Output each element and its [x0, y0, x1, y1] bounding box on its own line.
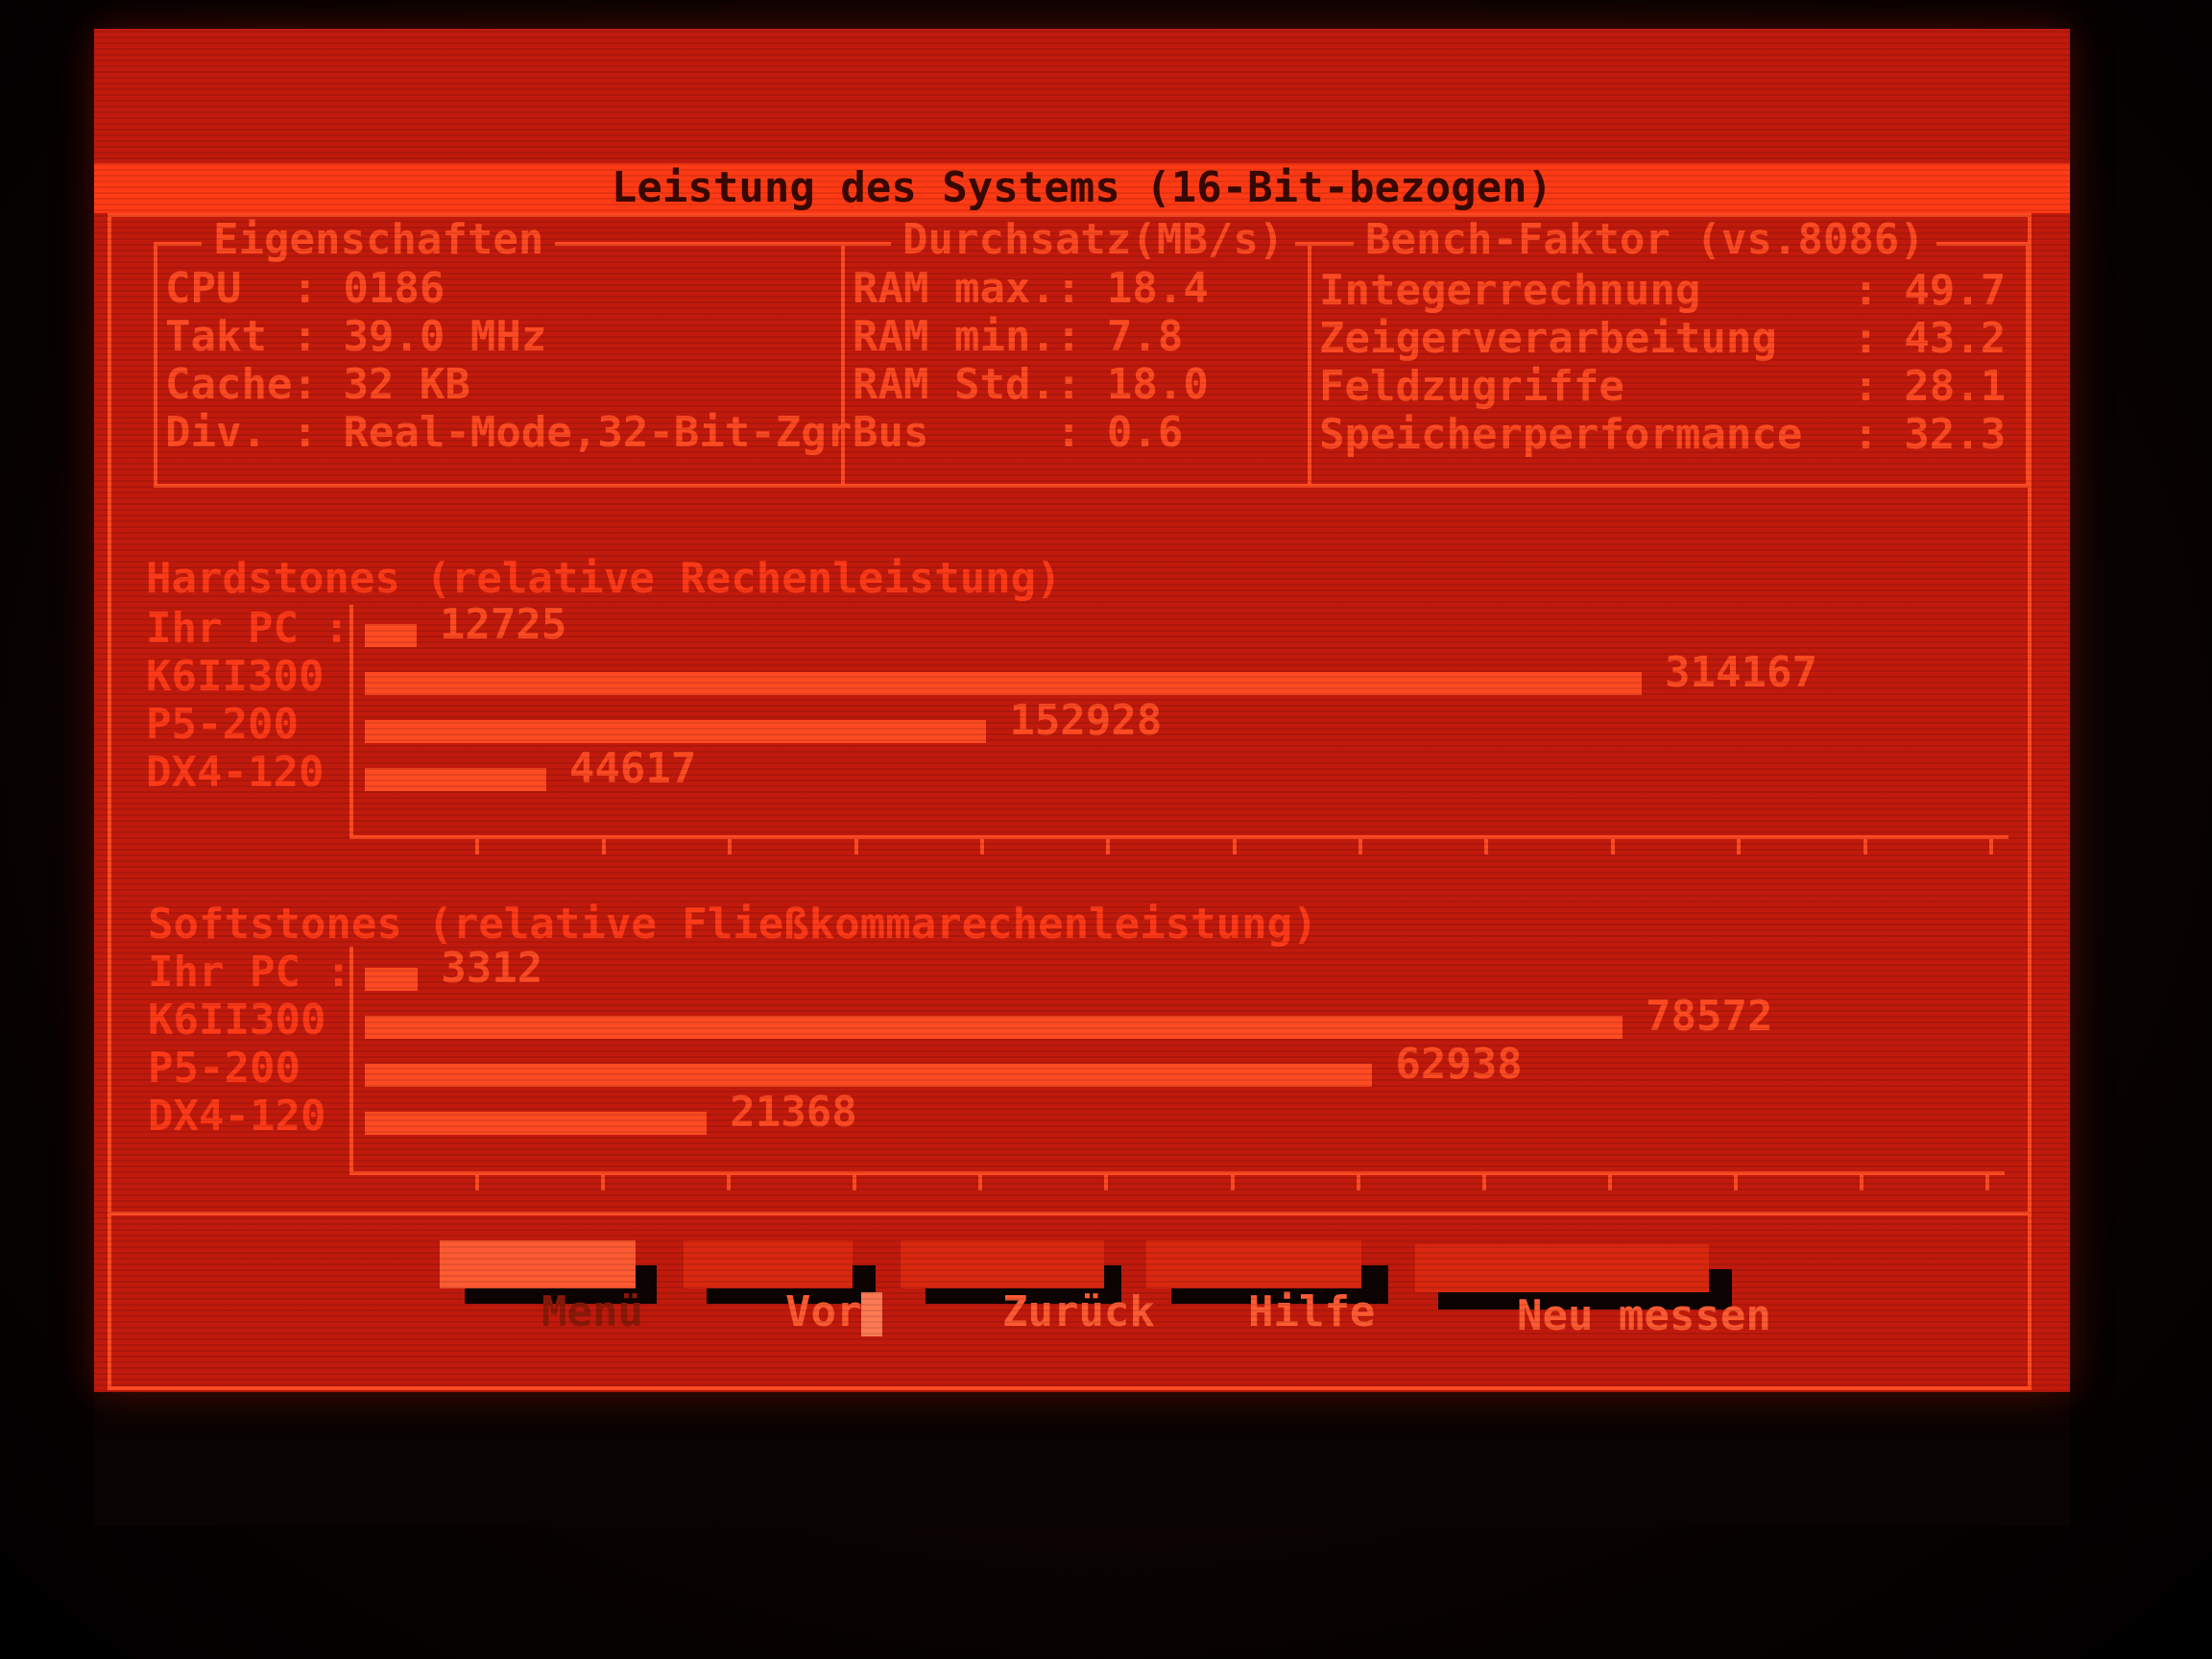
chart-bar	[365, 720, 987, 743]
forward-button[interactable]: Vor	[684, 1240, 883, 1336]
chart-axis-tick	[854, 839, 858, 854]
chart-category-label: P5-200	[148, 1044, 301, 1093]
chart-bar	[365, 968, 419, 991]
chart-category-label: P5-200	[146, 700, 299, 749]
properties-row-misc: Div. : Real-Mode,32-Bit-Zgr	[165, 408, 853, 457]
remeasure-button[interactable]: Neu messen	[1415, 1244, 1771, 1340]
chart-value-label: 12725	[439, 600, 567, 649]
throughput-row-bus: Bus : 0.6	[853, 408, 1184, 457]
chart-value-label: 44617	[568, 744, 697, 793]
back-button-label: Zurück	[1001, 1287, 1155, 1336]
chart-axis-tick	[1989, 839, 1993, 854]
bench-factor-title: Bench-Faktor (vs.8086)	[1354, 217, 1936, 263]
chart-x-axis	[349, 1171, 2005, 1175]
chart-category-label: K6II300	[146, 652, 325, 701]
chart-value-label: 3312	[441, 944, 543, 993]
chart-axis-tick	[601, 839, 606, 854]
chart-axis-tick	[1859, 1175, 1863, 1190]
chart-bar	[365, 1064, 1373, 1087]
bench-row-array: Feldzugriffe : 28.1	[1319, 362, 2007, 411]
chart-axis-tick	[1863, 839, 1867, 854]
chart-category-label: K6II300	[148, 996, 326, 1045]
chart-bar	[365, 768, 546, 791]
chart-bar	[365, 624, 417, 647]
chart-category-label: Ihr PC :	[146, 604, 349, 653]
chart-axis-tick	[1106, 839, 1111, 854]
screen-border	[94, 1392, 2070, 1527]
throughput-row-ram-max: RAM max.: 18.4	[853, 264, 1209, 313]
chart-y-axis	[349, 605, 353, 835]
chart-axis-tick	[1737, 839, 1742, 854]
bench-row-memory: Speicherperformance : 32.3	[1319, 410, 2007, 459]
properties-row-cache: Cache: 32 KB	[165, 360, 470, 409]
bench-row-pointer: Zeigerverarbeitung : 43.2	[1319, 314, 2007, 363]
help-button-label: Hilfe	[1247, 1287, 1376, 1336]
chart-bar	[365, 1016, 1623, 1039]
chart-value-label: 62938	[1395, 1040, 1523, 1089]
button-area-divider	[108, 1212, 2032, 1215]
back-button[interactable]: Zurück	[901, 1240, 1155, 1336]
chart-axis-tick	[1484, 839, 1489, 854]
throughput-title: Durchsatz(MB/s)	[891, 217, 1296, 263]
chart-value-label: 78572	[1646, 992, 1773, 1041]
throughput-row-ram-min: RAM min.: 7.8	[853, 312, 1184, 361]
chart-axis-tick	[1610, 839, 1615, 854]
forward-button-label: Vor	[784, 1287, 862, 1336]
chart-value-label: 21368	[730, 1088, 857, 1137]
chart-axis-tick	[1230, 1175, 1235, 1190]
chart-axis-tick	[475, 839, 480, 854]
chart-x-axis	[349, 835, 2008, 839]
chart-y-axis	[349, 947, 353, 1171]
chart-value-label: 314167	[1665, 648, 1817, 697]
properties-row-clock: Takt : 39.0 MHz	[165, 312, 547, 361]
chart-axis-tick	[979, 839, 984, 854]
chart-axis-tick	[1356, 1175, 1360, 1190]
properties-row-cpu: CPU : 0186	[165, 264, 445, 313]
chart-axis-tick	[601, 1175, 606, 1190]
chart-axis-tick	[853, 1175, 857, 1190]
chart-category-label: DX4-120	[146, 748, 325, 797]
dos-screen: Leistung des Systems (16-Bit-bezogen) Ei…	[94, 29, 2070, 1392]
softstones-title: Softstones (relative Fließkommarechenlei…	[148, 900, 1318, 949]
chart-axis-tick	[1985, 1175, 1989, 1190]
text-cursor	[861, 1292, 883, 1336]
chart-category-label: Ihr PC :	[148, 948, 351, 997]
chart-axis-tick	[727, 1175, 732, 1190]
menu-button-label: Menü	[541, 1287, 643, 1336]
chart-axis-tick	[1733, 1175, 1738, 1190]
chart-axis-tick	[978, 1175, 983, 1190]
window-title: Leistung des Systems (16-Bit-bezogen)	[94, 163, 2070, 213]
chart-value-label: 152928	[1009, 696, 1163, 745]
chart-axis-tick	[1481, 1175, 1486, 1190]
menu-button[interactable]: Menü	[440, 1240, 643, 1336]
chart-axis-tick	[1104, 1175, 1109, 1190]
bench-row-integer: Integerrechnung : 49.7	[1319, 266, 2007, 315]
chart-bar	[365, 672, 1642, 695]
chart-axis-tick	[1232, 839, 1237, 854]
chart-axis-tick	[475, 1175, 480, 1190]
throughput-row-ram-std: RAM Std.: 18.0	[853, 360, 1209, 409]
chart-axis-tick	[728, 839, 733, 854]
chart-axis-tick	[1358, 839, 1363, 854]
properties-title: Eigenschaften	[202, 217, 556, 263]
hardstones-title: Hardstones (relative Rechenleistung)	[146, 554, 1062, 603]
help-button[interactable]: Hilfe	[1146, 1240, 1375, 1336]
remeasure-button-label: Neu messen	[1516, 1291, 1771, 1340]
chart-category-label: DX4-120	[148, 1092, 326, 1141]
chart-bar	[365, 1112, 708, 1135]
chart-axis-tick	[1607, 1175, 1612, 1190]
